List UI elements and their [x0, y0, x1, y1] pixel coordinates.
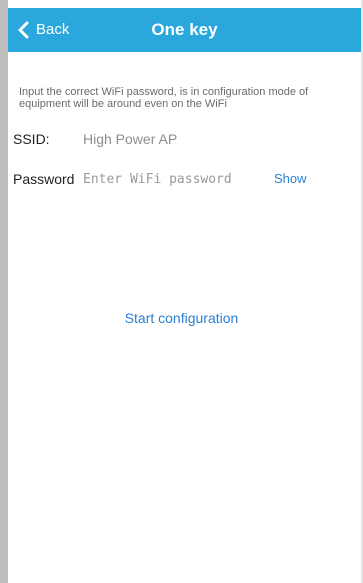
start-configuration-button[interactable]: Start configuration	[0, 310, 363, 326]
page-title: One key	[151, 20, 218, 39]
left-edge-bar	[0, 0, 8, 583]
ssid-value: High Power AP	[83, 131, 178, 147]
app-screen: Back One key Input the correct WiFi pass…	[0, 0, 363, 583]
password-input[interactable]	[81, 165, 265, 193]
ssid-label: SSID:	[13, 131, 50, 147]
show-password-button[interactable]: Show	[274, 171, 307, 186]
password-label: Password	[13, 171, 75, 187]
instruction-text: Input the correct WiFi password, is in c…	[19, 86, 309, 110]
app-header: Back One key	[8, 8, 361, 52]
